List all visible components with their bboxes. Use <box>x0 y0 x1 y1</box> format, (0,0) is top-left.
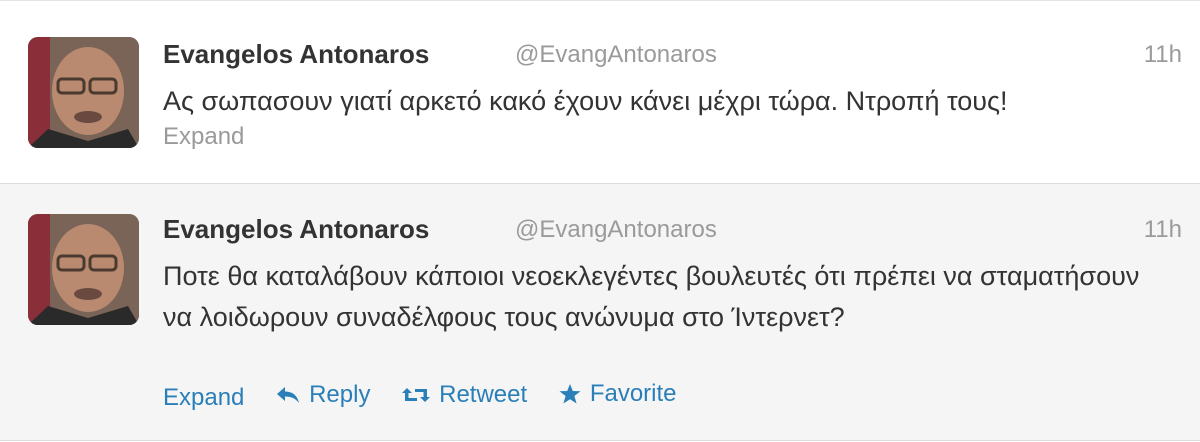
tweet-item[interactable]: Evangelos Antonaros @EvangAntonaros 11h … <box>0 184 1200 441</box>
tweet-timestamp[interactable]: 11h <box>1144 41 1182 69</box>
expand-label: Expand <box>163 384 245 411</box>
reply-label: Reply <box>309 381 371 408</box>
tweet-actions: Expand Reply Retweet Favorite <box>163 380 701 414</box>
avatar[interactable] <box>28 37 139 148</box>
tweet-timestamp[interactable]: 11h <box>1144 216 1182 244</box>
star-icon <box>559 384 581 404</box>
tweet-timeline: Evangelos Antonaros @EvangAntonaros 11h … <box>0 0 1200 442</box>
author-handle[interactable]: @EvangAntonaros <box>515 41 717 69</box>
avatar[interactable] <box>28 214 139 325</box>
retweet-icon <box>402 388 431 402</box>
tweet-item[interactable]: Evangelos Antonaros @EvangAntonaros 11h … <box>0 1 1200 184</box>
tweet-text: Ποτε θα καταλάβουν κάποιοι νεοεκλεγέντες… <box>163 261 1140 332</box>
tweet-text: Ας σωπασουν γιατί αρκετό κακό έχουν κάνε… <box>163 86 1008 116</box>
retweet-button[interactable]: Retweet <box>401 381 527 409</box>
author-name[interactable]: Evangelos Antonaros <box>163 214 429 245</box>
expand-link[interactable]: Expand <box>163 384 244 412</box>
author-name[interactable]: Evangelos Antonaros <box>163 39 429 70</box>
retweet-label: Retweet <box>439 381 528 408</box>
reply-icon <box>277 387 300 403</box>
author-handle[interactable]: @EvangAntonaros <box>515 216 717 244</box>
favorite-label: Favorite <box>589 380 677 407</box>
expand-link[interactable]: Expand <box>163 123 244 151</box>
tweet-header: Evangelos Antonaros @EvangAntonaros 11h <box>163 210 1182 250</box>
reply-button[interactable]: Reply <box>275 381 370 409</box>
tweet-header: Evangelos Antonaros @EvangAntonaros 11h <box>163 35 1182 75</box>
favorite-button[interactable]: Favorite <box>558 380 677 408</box>
